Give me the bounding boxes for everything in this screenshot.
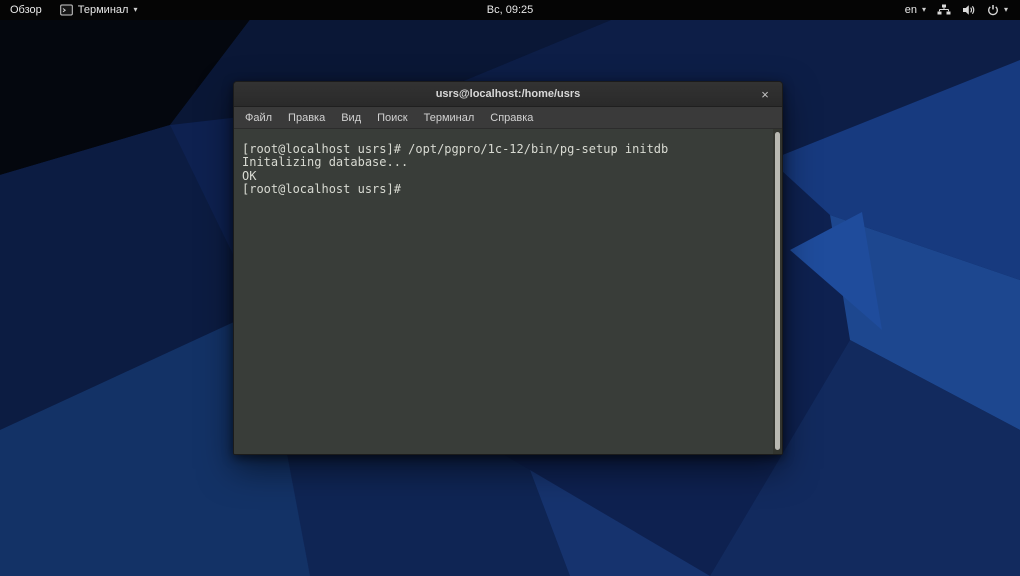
- keyboard-layout-button[interactable]: en ▾: [905, 4, 926, 16]
- app-menu-label: Терминал: [77, 4, 129, 16]
- menu-item-view[interactable]: Вид: [333, 107, 369, 129]
- activities-button[interactable]: Обзор: [10, 4, 42, 16]
- activities-label: Обзор: [10, 4, 42, 16]
- desktop: Обзор Терминал ▾ Вс, 09:25 en ▾ ▾ usrs@l…: [0, 0, 1020, 576]
- terminal-line: [root@localhost usrs]# /opt/pgpro/1c-12/…: [242, 142, 669, 156]
- menu-item-edit[interactable]: Правка: [280, 107, 333, 129]
- chevron-down-icon: ▾: [133, 5, 138, 14]
- power-icon: [987, 4, 999, 16]
- terminal-line: Initalizing database...: [242, 155, 409, 170]
- app-menu-terminal[interactable]: Терминал ▾: [59, 4, 138, 16]
- chevron-down-icon: ▾: [1003, 5, 1008, 14]
- system-menu-button[interactable]: ▾: [987, 4, 1008, 16]
- menu-bar: Файл Правка Вид Поиск Терминал Справка: [234, 107, 782, 129]
- menu-item-search[interactable]: Поиск: [369, 107, 415, 129]
- terminal-line: OK: [242, 168, 257, 183]
- clock-label: Вс, 09:25: [486, 4, 534, 16]
- menu-item-terminal[interactable]: Терминал: [416, 107, 483, 129]
- terminal-window: usrs@localhost:/home/usrs × Файл Правка …: [233, 81, 783, 455]
- scrollbar-thumb[interactable]: [775, 132, 780, 450]
- terminal-line: [root@localhost usrs]#: [242, 182, 409, 197]
- top-bar: Обзор Терминал ▾ Вс, 09:25 en ▾ ▾: [0, 0, 1020, 20]
- terminal-content[interactable]: [root@localhost usrs]# /opt/pgpro/1c-12/…: [234, 129, 782, 454]
- chevron-down-icon: ▾: [921, 5, 926, 14]
- window-title: usrs@localhost:/home/usrs: [435, 88, 581, 100]
- scrollbar-track[interactable]: [773, 129, 782, 454]
- menu-item-help[interactable]: Справка: [482, 107, 541, 129]
- keyboard-layout-label: en: [904, 4, 917, 16]
- window-titlebar[interactable]: usrs@localhost:/home/usrs ×: [234, 82, 782, 107]
- volume-icon[interactable]: [962, 4, 976, 16]
- terminal-icon: [59, 4, 73, 16]
- network-icon[interactable]: [937, 4, 951, 16]
- clock-button[interactable]: Вс, 09:25: [487, 0, 533, 20]
- close-button[interactable]: ×: [754, 82, 776, 107]
- menu-item-file[interactable]: Файл: [237, 107, 280, 129]
